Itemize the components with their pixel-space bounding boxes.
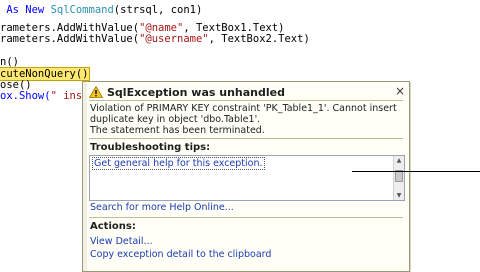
code-keyword: As New [0, 4, 51, 16]
general-help-link[interactable]: Get general help for this exception. [92, 157, 265, 170]
dialog-pin-bar [83, 82, 87, 271]
warning-icon [89, 86, 103, 98]
exception-assistant-dialog: SqlException was unhandled × Violation o… [82, 81, 410, 272]
code-line-3: rameters.AddWithValue("@username", TextB… [0, 31, 310, 47]
actions-heading: Actions: [90, 221, 136, 232]
exception-message-text-2: The statement has been terminated. [90, 125, 265, 136]
divider [89, 217, 403, 218]
scroll-up-icon[interactable]: ▲ [394, 156, 404, 165]
troubleshooting-tips-list[interactable]: Get general help for this exception. ▲ ▼ [89, 155, 405, 201]
code-line-7: ox.Show(" inser [0, 88, 95, 104]
dialog-title-row: SqlException was unhandled [89, 84, 285, 100]
annotation-line [352, 171, 480, 172]
code-string: "@username" [139, 33, 209, 45]
dialog-title: SqlException was unhandled [107, 85, 285, 99]
code-text: , TextBox2.Text) [208, 33, 310, 45]
copy-exception-detail-link[interactable]: Copy exception detail to the clipboard [90, 249, 271, 260]
close-button[interactable]: × [395, 85, 405, 97]
code-text: () [75, 68, 89, 80]
scroll-down-icon[interactable]: ▼ [394, 191, 404, 200]
exception-message: Violation of PRIMARY KEY constraint 'PK_… [90, 103, 402, 136]
tips-scrollbar[interactable]: ▲ ▼ [393, 156, 404, 200]
code-line-1: As New SqlCommand(strsql, con1) [0, 2, 202, 18]
code-text: (strsql, con1) [113, 4, 203, 16]
divider [89, 100, 403, 101]
divider [89, 138, 403, 139]
search-help-online-link[interactable]: Search for more Help Online... [90, 202, 234, 213]
exception-message-text: Violation of PRIMARY KEY constraint 'PK_… [90, 103, 397, 125]
code-text: rameters.AddWithValue( [0, 33, 140, 45]
code-text: ox.Show( [0, 90, 51, 102]
troubleshooting-heading: Troubleshooting tips: [90, 142, 211, 153]
view-detail-link[interactable]: View Detail... [90, 236, 153, 247]
code-type-name: SqlCommand [50, 4, 114, 16]
